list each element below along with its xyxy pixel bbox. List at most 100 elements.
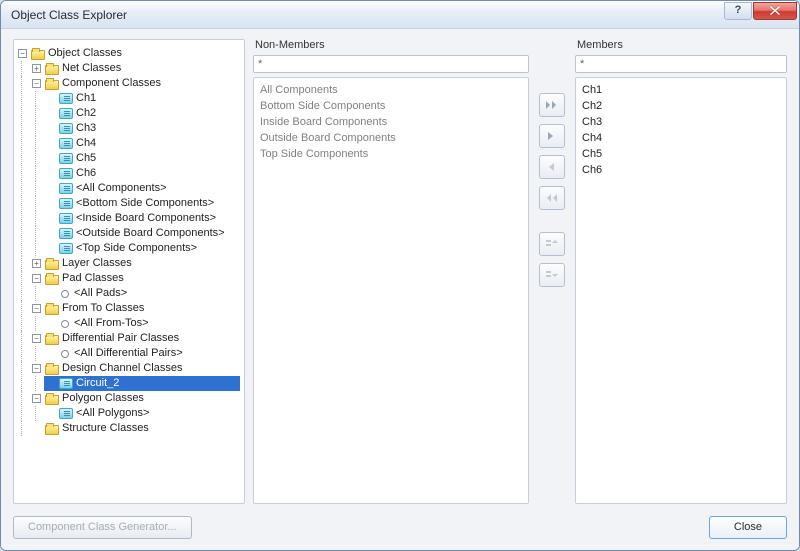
list-item[interactable]: Outside Board Components [260, 130, 522, 146]
members-filter-input[interactable] [575, 55, 787, 73]
class-icon [59, 123, 73, 134]
object-class-explorer-window: Object Class Explorer ? − Object Classes [0, 0, 800, 551]
tree-label: Circuit_2 [76, 376, 119, 391]
collapse-icon[interactable]: − [32, 274, 41, 283]
tree-component-classes[interactable]: − Component Classes [30, 76, 240, 91]
collapse-icon[interactable]: − [32, 334, 41, 343]
tree-layer-classes[interactable]: + Layer Classes [30, 256, 240, 271]
tree-item[interactable]: <All Polygons> [44, 406, 240, 421]
move-all-left-button[interactable] [539, 186, 565, 210]
collapse-icon[interactable]: − [32, 304, 41, 313]
members-label: Members [575, 39, 787, 55]
help-button[interactable]: ? [724, 2, 752, 20]
list-item[interactable]: Ch2 [582, 98, 780, 114]
tree-label: <All From-Tos> [74, 316, 149, 331]
folder-icon [45, 365, 59, 375]
tree-item[interactable]: Ch3 [44, 121, 240, 136]
collapse-icon[interactable]: − [32, 79, 41, 88]
footer: Component Class Generator... Close [13, 512, 787, 542]
window-title: Object Class Explorer [11, 8, 723, 22]
non-members-column: Non-Members All Components Bottom Side C… [253, 39, 529, 504]
list-item[interactable]: Ch3 [582, 114, 780, 130]
class-icon [59, 153, 73, 164]
move-all-right-button[interactable] [539, 93, 565, 117]
reorder-down-icon [546, 271, 558, 280]
list-item[interactable]: Inside Board Components [260, 114, 522, 130]
transfer-buttons [537, 39, 567, 504]
list-item[interactable]: Ch1 [582, 82, 780, 98]
list-item[interactable]: Ch6 [582, 162, 780, 178]
folder-icon [45, 260, 59, 270]
titlebar[interactable]: Object Class Explorer ? [1, 1, 799, 29]
tree-net-classes[interactable]: + Net Classes [30, 61, 240, 76]
tree-label: Polygon Classes [62, 391, 144, 406]
non-members-label: Non-Members [253, 39, 529, 55]
main-area: − Object Classes + Net Classes [13, 39, 787, 504]
tree-item[interactable]: <All Differential Pairs> [44, 346, 240, 361]
move-right-button[interactable] [539, 124, 565, 148]
tree-label: <All Pads> [74, 286, 127, 301]
chevron-left-icon [548, 163, 556, 171]
close-button[interactable]: Close [709, 516, 787, 539]
tree-label: <All Polygons> [76, 406, 149, 421]
list-item[interactable]: All Components [260, 82, 522, 98]
tree-item[interactable]: <Bottom Side Components> [44, 196, 240, 211]
tree-from-to-classes[interactable]: − From To Classes [30, 301, 240, 316]
client-area: − Object Classes + Net Classes [1, 29, 799, 550]
tree-label: Ch2 [76, 106, 96, 121]
class-icon [59, 228, 73, 239]
move-up-button[interactable] [539, 232, 565, 256]
list-item[interactable]: Ch4 [582, 130, 780, 146]
tree-item[interactable]: <Outside Board Components> [44, 226, 240, 241]
button-label: Close [734, 521, 762, 533]
class-icon [59, 168, 73, 179]
expand-icon[interactable]: + [32, 64, 41, 73]
tree-label: Ch6 [76, 166, 96, 181]
collapse-icon[interactable]: − [32, 394, 41, 403]
tree-polygon-classes[interactable]: − Polygon Classes [30, 391, 240, 406]
tree-label: <Outside Board Components> [76, 226, 225, 241]
dot-icon [59, 348, 71, 360]
component-class-generator-button[interactable]: Component Class Generator... [13, 516, 192, 539]
tree-structure-classes[interactable]: Structure Classes [30, 421, 240, 436]
tree-item[interactable]: Ch6 [44, 166, 240, 181]
tree-item[interactable]: <All Pads> [44, 286, 240, 301]
collapse-icon[interactable]: − [18, 49, 27, 58]
tree-item[interactable]: Ch2 [44, 106, 240, 121]
tree-item[interactable]: Ch1 [44, 91, 240, 106]
tree-item[interactable]: <All From-Tos> [44, 316, 240, 331]
tree-label: Net Classes [62, 61, 121, 76]
members-list[interactable]: Ch1 Ch2 Ch3 Ch4 Ch5 Ch6 [575, 77, 787, 504]
button-label: Component Class Generator... [28, 521, 177, 533]
tree-label: Pad Classes [62, 271, 124, 286]
list-item[interactable]: Bottom Side Components [260, 98, 522, 114]
tree-design-channel-classes[interactable]: − Design Channel Classes [30, 361, 240, 376]
list-item[interactable]: Ch5 [582, 146, 780, 162]
non-members-filter-input[interactable] [253, 55, 529, 73]
tree-item[interactable]: Ch5 [44, 151, 240, 166]
list-item[interactable]: Top Side Components [260, 146, 522, 162]
class-icon [59, 108, 73, 119]
collapse-icon[interactable]: − [32, 364, 41, 373]
class-icon [59, 243, 73, 254]
tree-item-circuit-2[interactable]: Circuit_2 [44, 376, 240, 391]
dot-icon [59, 288, 71, 300]
tree-differential-pair-classes[interactable]: − Differential Pair Classes [30, 331, 240, 346]
folder-icon [45, 80, 59, 90]
folder-icon [45, 305, 59, 315]
expand-icon[interactable]: + [32, 259, 41, 268]
dot-icon [59, 318, 71, 330]
tree-pad-classes[interactable]: − Pad Classes [30, 271, 240, 286]
tree-label: Structure Classes [62, 421, 149, 436]
tree-item[interactable]: <All Components> [44, 181, 240, 196]
non-members-list[interactable]: All Components Bottom Side Components In… [253, 77, 529, 504]
tree-item[interactable]: <Top Side Components> [44, 241, 240, 256]
tree-item[interactable]: Ch4 [44, 136, 240, 151]
tree-item[interactable]: <Inside Board Components> [44, 211, 240, 226]
class-tree-panel[interactable]: − Object Classes + Net Classes [13, 39, 245, 504]
window-close-button[interactable] [753, 2, 797, 20]
move-down-button[interactable] [539, 263, 565, 287]
tree-root-object-classes[interactable]: − Object Classes [16, 46, 240, 61]
class-tree[interactable]: − Object Classes + Net Classes [16, 46, 240, 436]
move-left-button[interactable] [539, 155, 565, 179]
